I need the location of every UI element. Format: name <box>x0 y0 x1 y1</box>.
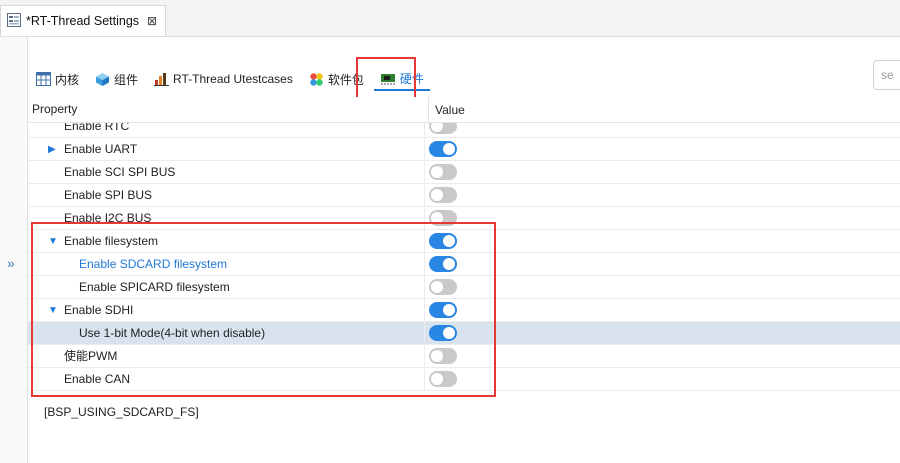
search-input[interactable]: se <box>873 60 900 90</box>
column-divider <box>424 123 425 138</box>
table-row[interactable]: Enable SPI BUS <box>28 184 900 207</box>
tab-utestcases[interactable]: RT-Thread Utestcases <box>148 67 299 91</box>
table-row[interactable]: ▶ Enable UART <box>28 138 900 161</box>
row-label: Enable SCI SPI BUS <box>64 165 176 179</box>
table-row[interactable]: Enable RTC <box>28 123 900 138</box>
toggle-switch[interactable] <box>429 123 457 134</box>
toggle-switch[interactable] <box>429 141 457 157</box>
editor-tab-title: *RT-Thread Settings <box>26 14 140 28</box>
triangle-right-icon[interactable]: ▶ <box>48 138 56 161</box>
left-gutter: » <box>0 37 28 463</box>
editor-tab-settings[interactable]: *RT-Thread Settings ⊠ <box>0 5 166 36</box>
tab-components-label: 组件 <box>114 72 139 87</box>
settings-file-icon <box>7 12 21 30</box>
toggle-knob <box>431 123 443 132</box>
property-table: Property Value Enable RTC ▶ Enable UART Ena… <box>28 97 900 391</box>
filesystem-highlight <box>31 222 496 397</box>
toggle-knob <box>443 143 455 155</box>
table-icon <box>36 72 51 86</box>
column-header-property[interactable]: Property <box>28 97 429 122</box>
row-label: Enable UART <box>64 142 138 156</box>
cube-icon <box>95 72 110 87</box>
tab-kernel-label: 内核 <box>55 72 80 87</box>
tab-kernel[interactable]: 内核 <box>30 67 85 91</box>
tab-components[interactable]: 组件 <box>89 67 144 91</box>
flower-icon <box>309 72 324 87</box>
chart-icon <box>154 72 170 86</box>
toggle-switch[interactable] <box>429 187 457 203</box>
column-divider <box>424 161 425 184</box>
double-chevron-right-icon[interactable]: » <box>7 255 15 271</box>
row-label: Enable RTC <box>64 123 130 133</box>
toggle-switch[interactable] <box>429 164 457 180</box>
toggle-knob <box>431 166 443 178</box>
table-row[interactable]: Enable SCI SPI BUS <box>28 161 900 184</box>
column-header-value[interactable]: Value <box>429 103 465 117</box>
close-icon[interactable]: ⊠ <box>147 14 157 28</box>
row-label: Enable SPI BUS <box>64 188 153 202</box>
tab-utestcases-label: RT-Thread Utestcases <box>173 72 293 86</box>
editor-tab-bar: *RT-Thread Settings ⊠ <box>0 0 900 37</box>
macro-description: [BSP_USING_SDCARD_FS] <box>44 405 199 419</box>
table-header: Property Value <box>28 97 900 123</box>
column-divider <box>424 138 425 161</box>
column-divider <box>424 184 425 207</box>
hardware-tab-highlight <box>356 57 416 100</box>
toggle-knob <box>431 189 443 201</box>
